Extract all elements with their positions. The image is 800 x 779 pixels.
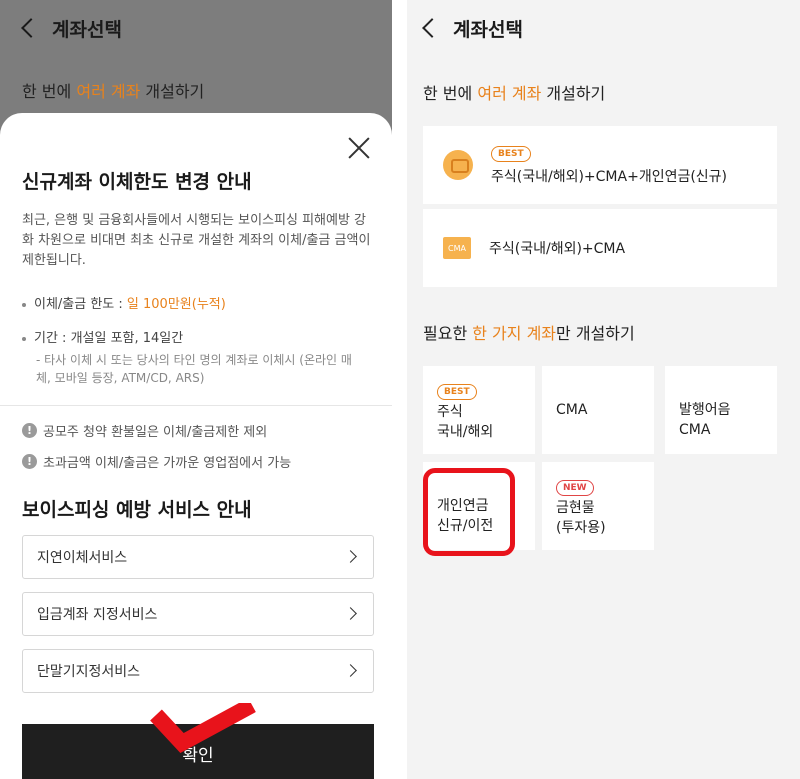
tile-sublabel: 국내/해외 xyxy=(437,424,494,440)
tile-label: CMA xyxy=(556,402,588,418)
highlight-box xyxy=(423,468,515,556)
back-arrow-icon[interactable] xyxy=(21,18,41,38)
chevron-right-icon xyxy=(344,607,357,620)
coin-icon xyxy=(443,150,473,180)
new-badge: NEW xyxy=(556,480,594,496)
intro-post: 개설하기 xyxy=(541,84,606,103)
exclamation-icon: ! xyxy=(22,454,37,469)
single-title-pre: 필요한 xyxy=(423,324,473,343)
tile-label: 발행어음 xyxy=(679,402,731,418)
page-title: 계좌선택 xyxy=(453,18,523,41)
tile-gold[interactable]: NEW 금현물 (투자용) xyxy=(542,462,654,550)
limit-label: 이체/출금 한도 : xyxy=(34,297,127,312)
period-note: - 타사 이체 시 또는 당사의 타인 명의 계좌로 이체시 (온라인 매체, … xyxy=(36,353,352,385)
left-screen: 계좌선택 한 번에 여러 계좌 개설하기 신규계좌 이체한도 변경 안내 최근,… xyxy=(0,0,392,779)
period-row: 기간 : 개설일 포함, 14일간 xyxy=(22,327,183,346)
section-title: 보이스피싱 예방 서비스 안내 xyxy=(22,499,252,521)
service-item-deposit-account[interactable]: 입금계좌 지정서비스 xyxy=(22,592,374,636)
intro-pre: 한 번에 xyxy=(22,82,77,101)
single-account-title: 필요한 한 가지 계좌만 개설하기 xyxy=(423,320,635,344)
checkmark-icon xyxy=(150,703,256,753)
warning-text: 공모주 청약 환불일은 이체/출금제한 제외 xyxy=(43,425,268,440)
tile-sublabel: CMA xyxy=(679,422,711,438)
service-item-device[interactable]: 단말기지정서비스 xyxy=(22,649,374,693)
best-badge: BEST xyxy=(437,384,477,400)
intro-pre: 한 번에 xyxy=(423,84,478,103)
bundle-text: BEST 주식(국내/해외)+CMA+개인연금(신규) xyxy=(491,144,727,186)
bottom-sheet: 신규계좌 이체한도 변경 안내 최근, 은행 및 금융회사들에서 시행되는 보이… xyxy=(0,113,392,779)
intro-text: 한 번에 여러 계좌 개설하기 xyxy=(423,80,605,104)
bullet-icon xyxy=(22,302,26,307)
intro-text: 한 번에 여러 계좌 개설하기 xyxy=(22,78,204,102)
divider xyxy=(0,405,392,406)
service-label: 단말기지정서비스 xyxy=(37,664,141,680)
bundle-card-basic[interactable]: CMA 주식(국내/해외)+CMA xyxy=(423,209,777,287)
back-arrow-icon[interactable] xyxy=(422,18,442,38)
single-title-post: 만 개설하기 xyxy=(556,324,635,343)
header: 계좌선택 xyxy=(407,0,800,56)
tile-label: 주식 xyxy=(437,404,463,420)
best-badge: BEST xyxy=(491,146,531,162)
close-icon[interactable] xyxy=(348,137,370,159)
right-screen: 계좌선택 한 번에 여러 계좌 개설하기 BEST 주식(국내/해외)+CMA+… xyxy=(407,0,800,779)
limit-row: 이체/출금 한도 : 일 100만원(누적) xyxy=(22,293,226,312)
cma-icon: CMA xyxy=(443,237,471,259)
bundle-label: 주식(국내/해외)+CMA+개인연금(신규) xyxy=(491,169,728,185)
tile-issued-note-cma[interactable]: 발행어음 CMA xyxy=(665,366,777,454)
service-item-delay-transfer[interactable]: 지연이체서비스 xyxy=(22,535,374,579)
exclamation-icon: ! xyxy=(22,423,37,438)
service-label: 지연이체서비스 xyxy=(37,550,128,566)
header: 계좌선택 xyxy=(0,0,392,56)
tile-cma[interactable]: CMA xyxy=(542,366,654,454)
service-label: 입금계좌 지정서비스 xyxy=(37,607,158,623)
period-text: 기간 : 개설일 포함, 14일간 xyxy=(34,331,184,346)
page-title: 계좌선택 xyxy=(52,18,122,41)
chevron-right-icon xyxy=(344,550,357,563)
chevron-right-icon xyxy=(344,664,357,677)
warning-text: 초과금액 이체/출금은 가까운 영업점에서 가능 xyxy=(43,456,292,471)
intro-accent: 여러 계좌 xyxy=(477,84,542,103)
tile-label: 금현물 xyxy=(556,500,595,516)
single-title-accent: 한 가지 계좌 xyxy=(472,324,557,343)
bundle-card-full[interactable]: BEST 주식(국내/해외)+CMA+개인연금(신규) xyxy=(423,126,777,204)
sheet-description: 최근, 은행 및 금융회사들에서 시행되는 보이스피싱 피해예방 강화 차원으로… xyxy=(22,213,371,268)
tile-stock[interactable]: BEST 주식 국내/해외 xyxy=(423,366,535,454)
bundle-label: 주식(국내/해외)+CMA xyxy=(489,241,626,257)
warning-row: ! 초과금액 이체/출금은 가까운 영업점에서 가능 xyxy=(22,452,291,471)
limit-value: 일 100만원(누적) xyxy=(126,297,226,312)
intro-accent: 여러 계좌 xyxy=(76,82,141,101)
warning-row: ! 공모주 청약 환불일은 이체/출금제한 제외 xyxy=(22,421,267,440)
intro-post: 개설하기 xyxy=(140,82,205,101)
sheet-title: 신규계좌 이체한도 변경 안내 xyxy=(22,171,252,193)
tile-sublabel: (투자용) xyxy=(556,520,606,536)
bullet-icon xyxy=(22,336,26,341)
